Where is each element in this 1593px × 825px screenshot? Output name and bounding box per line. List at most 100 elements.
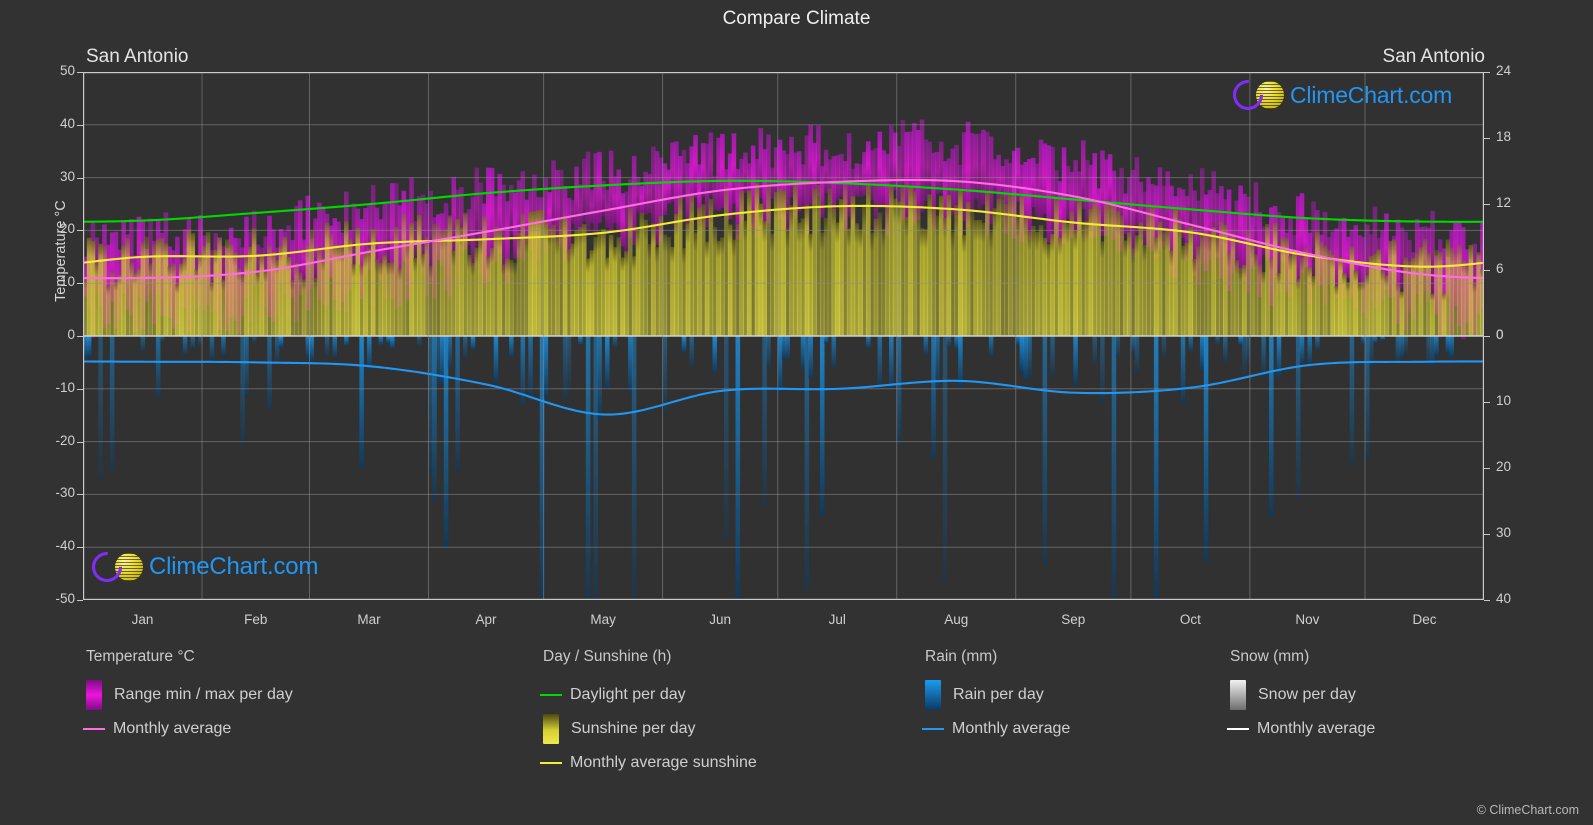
legend-line [540,694,562,696]
left-axis-tick: 40 [59,115,75,131]
x-axis-tick: Feb [244,612,268,627]
right-bottom-axis-tickmark [1484,600,1490,601]
legend-swatch [1230,680,1246,710]
legend-swatch [543,714,559,744]
legend-item[interactable]: Rain per day [925,678,1070,712]
city-label-right: San Antonio [1382,46,1485,67]
climate-chart-svg [83,72,1484,600]
legend-item[interactable]: Daylight per day [540,678,757,712]
right-top-axis-tickmark [1484,336,1490,337]
legend-line [922,728,944,730]
left-axis-tickmark [77,124,83,126]
climechart-logo-top[interactable]: ClimeChart.com [1226,73,1453,117]
right-top-axis-tick: 6 [1496,261,1504,276]
legend-group-rain-mm: Rain (mm) Rain per day Monthly average [922,648,1071,746]
legend-item[interactable]: Range min / max per day [86,678,293,712]
legend-item[interactable]: Snow per day [1230,678,1375,712]
left-axis-tick: -20 [55,432,75,448]
left-axis-tick: 50 [59,63,75,78]
x-axis-tick: Jan [131,612,154,627]
logo-arc-secondary-icon [1226,73,1270,117]
x-axis-tick: Oct [1179,612,1201,627]
legend-item-label: Sunshine per day [571,720,696,737]
chart-canvas [83,72,1484,600]
logo-text: ClimeChart.com [1290,81,1453,108]
right-top-axis-tickmark [1484,270,1490,271]
legend-item-label: Range min / max per day [114,686,293,703]
legend-group-title: Snow (mm) [1230,648,1310,665]
left-axis-tick: -10 [55,379,75,395]
legend-group-title: Temperature °C [86,648,195,665]
legend-swatch [86,680,102,710]
x-axis-tick: Aug [944,612,969,627]
legend-group-title: Rain (mm) [925,648,998,665]
city-label-left: San Antonio [86,46,189,67]
copyright-notice: © ClimeChart.com [1476,803,1579,817]
right-top-axis-tickmark [1484,204,1490,205]
left-axis-tickmark [77,547,83,549]
legend-group-day-sunshine-h: Day / Sunshine (h) Daylight per day Sunshi… [540,648,757,780]
left-axis-tick: 0 [67,327,75,342]
legend-item[interactable]: Monthly average sunshine [540,746,757,780]
left-axis-tick: -30 [55,485,75,501]
legend-line [1227,728,1249,730]
left-axis-tickmark [77,494,83,496]
chart-plot-area: Temperature °C Day / Sunshine (h) Rain /… [53,63,1511,627]
left-axis-tickmark [77,600,83,601]
left-axis-tickmark [77,283,83,285]
left-axis-tick: -40 [55,538,75,554]
left-axis-tickmark [77,336,83,337]
x-axis-tick: Jul [828,612,846,627]
right-top-axis-tickmark [1484,72,1490,73]
legend-item-label: Monthly average [952,720,1071,737]
left-axis-tick: 20 [59,221,75,237]
right-bottom-axis-tick: 20 [1496,459,1512,474]
x-axis-tick: Dec [1412,612,1437,627]
x-axis-tick: Sep [1061,612,1086,627]
legend-item-label: Daylight per day [570,686,686,703]
left-axis-tick: 30 [59,168,75,184]
legend-group-temperature-c: Temperature °C Range min / max per day Mon… [83,648,293,746]
right-bottom-axis-tick: 30 [1496,525,1512,540]
right-bottom-axis-tickmark [1484,468,1490,469]
right-top-axis-tick: 18 [1496,129,1512,144]
legend-line [540,762,562,764]
legend-group-snow-mm: Snow (mm) Snow per day Monthly average [1227,648,1376,746]
right-top-axis-tickmark [1484,138,1490,139]
right-bottom-axis-tickmark [1484,402,1490,403]
x-axis-tick: Nov [1295,612,1320,627]
legend-item-label: Rain per day [953,686,1044,703]
legend-item-label: Snow per day [1258,686,1356,703]
legend-line [83,728,105,730]
x-axis-tick: Jun [709,612,732,627]
legend-item[interactable]: Sunshine per day [543,712,757,746]
right-bottom-axis-tickmark [1484,534,1490,535]
legend-item-label: Monthly average sunshine [570,754,757,771]
x-axis-tick: Apr [475,612,497,627]
left-axis-tickmark [77,230,83,232]
right-bottom-axis-tick: 40 [1496,591,1512,606]
legend-item[interactable]: Monthly average [922,712,1071,746]
legend-item[interactable]: Monthly average [1227,712,1376,746]
left-axis-tick: -50 [55,591,75,606]
climechart-logo-bottom[interactable]: ClimeChart.com [85,545,319,589]
right-top-axis-tick: 24 [1496,63,1512,78]
page-title: Compare Climate [722,8,871,29]
logo-text: ClimeChart.com [149,553,319,580]
x-axis-tick: May [590,612,616,627]
left-axis-tickmark [77,441,83,443]
x-axis-tick: Mar [357,612,381,627]
right-top-axis-tick: 12 [1496,195,1512,210]
left-axis-tick: 10 [59,274,75,290]
right-bottom-axis-tick: 10 [1496,393,1512,408]
legend-item-label: Monthly average [1257,720,1376,737]
chart-legend: Temperature °C Range min / max per day Mon… [0,648,1593,825]
left-axis-tickmark [77,72,83,73]
legend-group-title: Day / Sunshine (h) [543,648,672,665]
legend-item-label: Monthly average [113,720,232,737]
left-axis-tickmark [77,177,83,179]
left-axis-tickmark [77,388,83,390]
legend-item[interactable]: Monthly average [83,712,293,746]
right-bottom-axis-tick: 0 [1496,327,1504,342]
legend-swatch [925,680,941,710]
